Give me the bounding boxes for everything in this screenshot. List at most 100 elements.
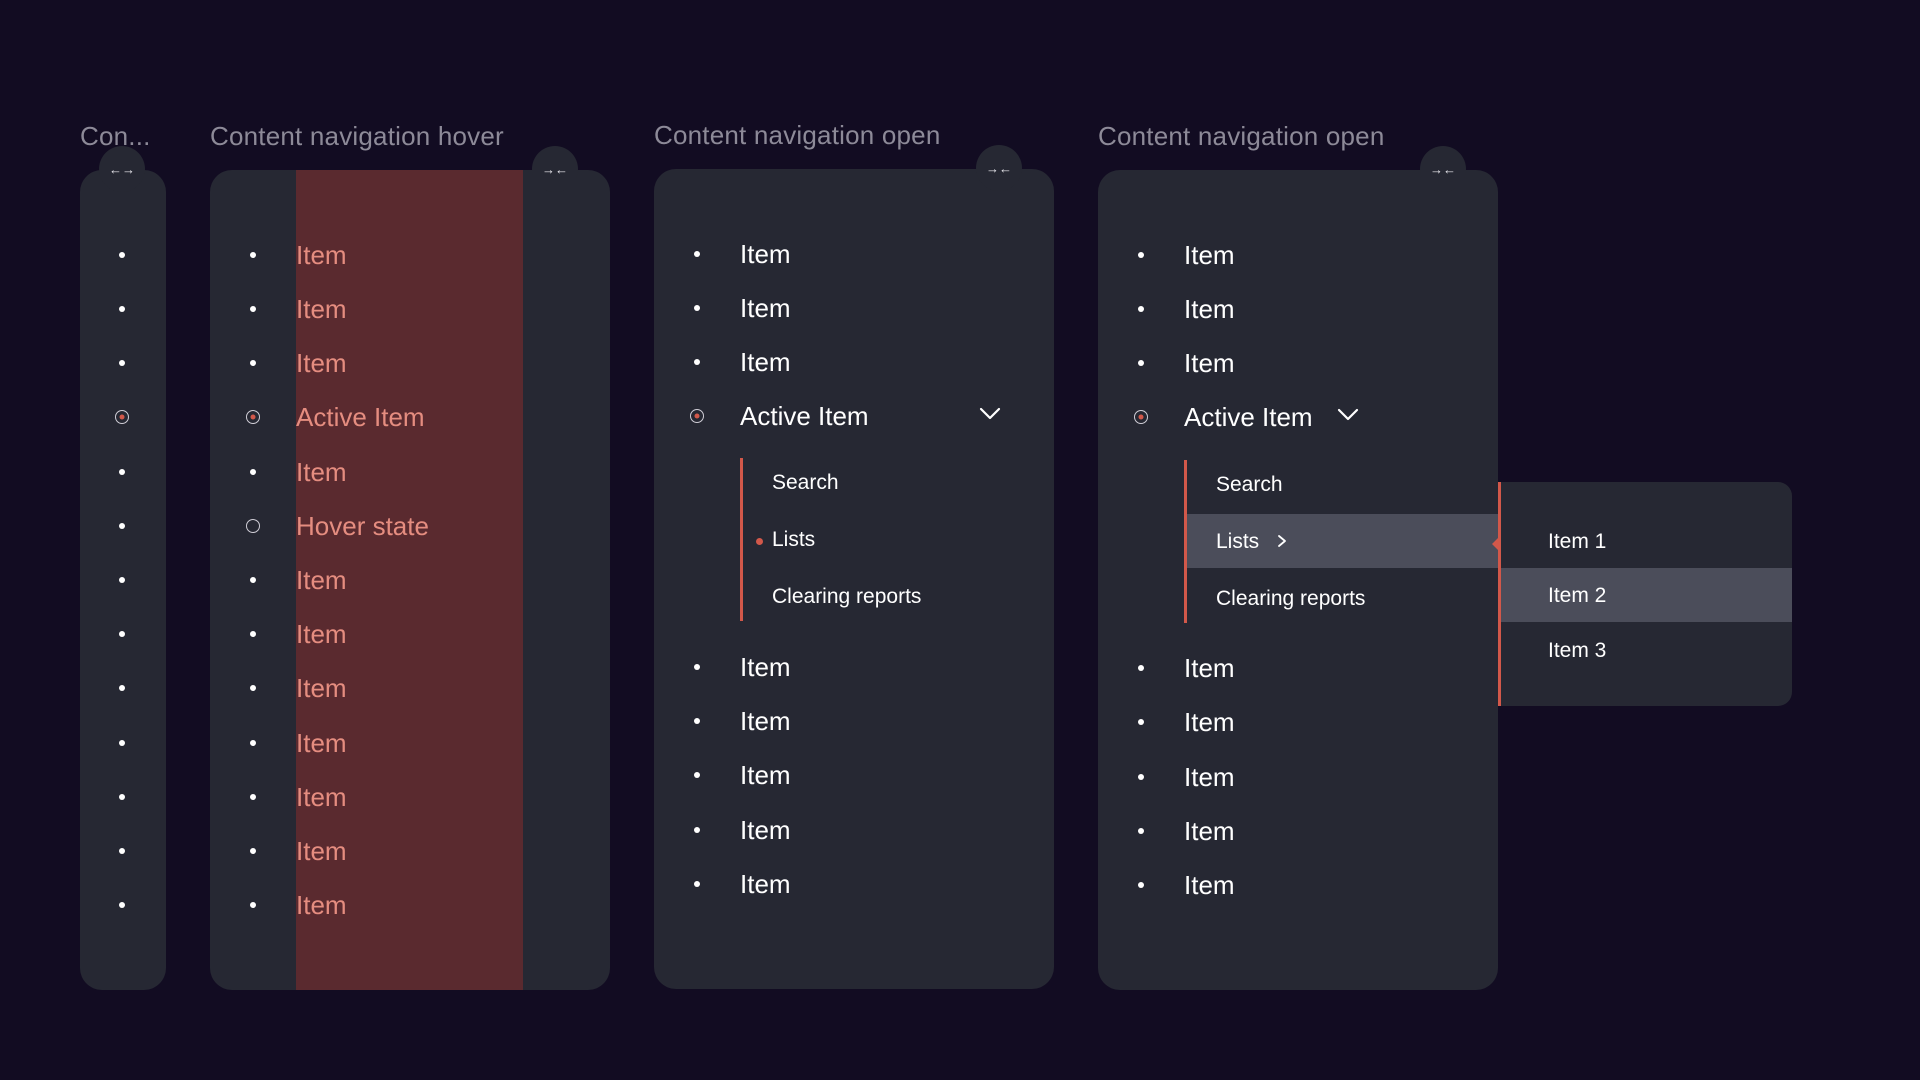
item-dot: [250, 577, 256, 583]
collapse-toggle-icon[interactable]: →←: [1420, 146, 1466, 192]
chevron-down-icon[interactable]: [979, 407, 1001, 421]
hover-state-icon: [246, 519, 260, 533]
item-dot: [250, 794, 256, 800]
nav-item-label[interactable]: Item: [740, 810, 791, 850]
nav-item-label[interactable]: Item: [296, 885, 347, 925]
nav-item-label[interactable]: Item: [740, 755, 791, 795]
item-dot: [694, 772, 700, 778]
collapsed-item-dot[interactable]: [119, 469, 125, 475]
submenu-item-lists[interactable]: Lists: [772, 528, 815, 552]
item-dot: [250, 740, 256, 746]
submenu-item-search[interactable]: Search: [772, 471, 839, 495]
open-flyout-panel-title: Content navigation open: [1098, 121, 1385, 151]
collapsed-item-dot[interactable]: [119, 685, 125, 691]
item-dot: [250, 685, 256, 691]
flyout-item-2[interactable]: Item 2: [1548, 584, 1606, 608]
submenu-item-search[interactable]: Search: [1216, 473, 1283, 497]
item-dot: [694, 359, 700, 365]
collapsed-item-dot[interactable]: [119, 252, 125, 258]
item-dot: [250, 306, 256, 312]
flyout-item-3[interactable]: Item 3: [1548, 639, 1606, 663]
collapsed-item-dot[interactable]: [119, 631, 125, 637]
submenu-accent-bar: [740, 458, 743, 621]
item-dot: [694, 251, 700, 257]
nav-item-label[interactable]: Item: [1184, 343, 1235, 383]
item-dot: [1138, 665, 1144, 671]
nav-item-label[interactable]: Item: [1184, 235, 1235, 275]
collapsed-active-item-icon[interactable]: [115, 410, 129, 424]
nav-item-label[interactable]: Item: [740, 647, 791, 687]
nav-item-label[interactable]: Item: [740, 342, 791, 382]
collapsed-item-dot[interactable]: [119, 848, 125, 854]
current-subitem-marker: [756, 538, 763, 545]
item-dot: [694, 881, 700, 887]
item-dot: [694, 305, 700, 311]
submenu-item-clearing-reports[interactable]: Clearing reports: [1216, 587, 1365, 611]
collapsed-item-dot[interactable]: [119, 794, 125, 800]
item-dot: [250, 631, 256, 637]
flyout-item-selected-row[interactable]: [1501, 568, 1792, 622]
item-dot: [250, 469, 256, 475]
nav-item-label[interactable]: Item: [296, 560, 347, 600]
nav-item-label[interactable]: Item: [1184, 811, 1235, 851]
flyout-pointer: [1492, 538, 1498, 550]
active-item-icon: [1134, 410, 1148, 424]
nav-item-label[interactable]: Item: [296, 235, 347, 275]
nav-item-label[interactable]: Item: [296, 668, 347, 708]
nav-item-label[interactable]: Item: [296, 452, 347, 492]
nav-item-label[interactable]: Item: [296, 831, 347, 871]
nav-item-label[interactable]: Item: [296, 723, 347, 763]
item-dot: [250, 252, 256, 258]
flyout-item-1[interactable]: Item 1: [1548, 530, 1606, 554]
item-dot: [250, 360, 256, 366]
collapsed-item-dot[interactable]: [119, 306, 125, 312]
submenu-item-lists[interactable]: Lists: [1216, 530, 1259, 554]
item-dot: [1138, 774, 1144, 780]
hover-navigation-panel: [210, 170, 610, 990]
nav-item-label[interactable]: Item: [296, 289, 347, 329]
nav-item-label[interactable]: Item: [740, 288, 791, 328]
collapsed-item-dot[interactable]: [119, 740, 125, 746]
open-navigation-panel: [654, 169, 1054, 989]
collapse-toggle-icon[interactable]: →←: [976, 145, 1022, 191]
open-panel-title: Content navigation open: [654, 120, 941, 150]
nav-item-label[interactable]: Item: [1184, 865, 1235, 905]
hover-panel-title: Content navigation hover: [210, 121, 504, 151]
submenu-item-clearing-reports[interactable]: Clearing reports: [772, 585, 921, 609]
item-dot: [694, 664, 700, 670]
active-nav-item-label[interactable]: Active Item: [296, 397, 425, 437]
item-dot: [1138, 882, 1144, 888]
nav-item-label[interactable]: Item: [1184, 702, 1235, 742]
nav-item-label[interactable]: Item: [740, 234, 791, 274]
item-dot: [250, 902, 256, 908]
item-dot: [1138, 828, 1144, 834]
item-dot: [250, 848, 256, 854]
nav-item-label[interactable]: Item: [1184, 757, 1235, 797]
nav-item-label[interactable]: Item: [1184, 648, 1235, 688]
item-dot: [1138, 360, 1144, 366]
hover-state-item-label[interactable]: Hover state: [296, 506, 429, 546]
nav-item-label[interactable]: Item: [740, 864, 791, 904]
collapsed-item-dot[interactable]: [119, 523, 125, 529]
nav-item-label[interactable]: Item: [740, 701, 791, 741]
collapsed-item-dot[interactable]: [119, 902, 125, 908]
expand-toggle-icon[interactable]: ←→: [99, 146, 145, 192]
collapsed-item-dot[interactable]: [119, 577, 125, 583]
active-item-icon: [246, 410, 260, 424]
flyout-menu: Item 1 Item 2 Item 3: [1492, 482, 1792, 706]
nav-item-label[interactable]: Item: [296, 614, 347, 654]
chevron-down-icon[interactable]: [1337, 408, 1359, 422]
item-dot: [1138, 719, 1144, 725]
collapsed-item-dot[interactable]: [119, 360, 125, 366]
nav-item-label[interactable]: Item: [296, 777, 347, 817]
nav-item-label[interactable]: Item: [1184, 289, 1235, 329]
item-dot: [694, 718, 700, 724]
active-nav-item-label[interactable]: Active Item: [1184, 397, 1313, 437]
active-nav-item-label[interactable]: Active Item: [740, 396, 869, 436]
active-item-icon: [690, 409, 704, 423]
open-flyout-navigation-panel: [1098, 170, 1498, 990]
collapse-toggle-icon[interactable]: →←: [532, 146, 578, 192]
item-dot: [694, 827, 700, 833]
nav-item-label[interactable]: Item: [296, 343, 347, 383]
item-dot: [1138, 306, 1144, 312]
